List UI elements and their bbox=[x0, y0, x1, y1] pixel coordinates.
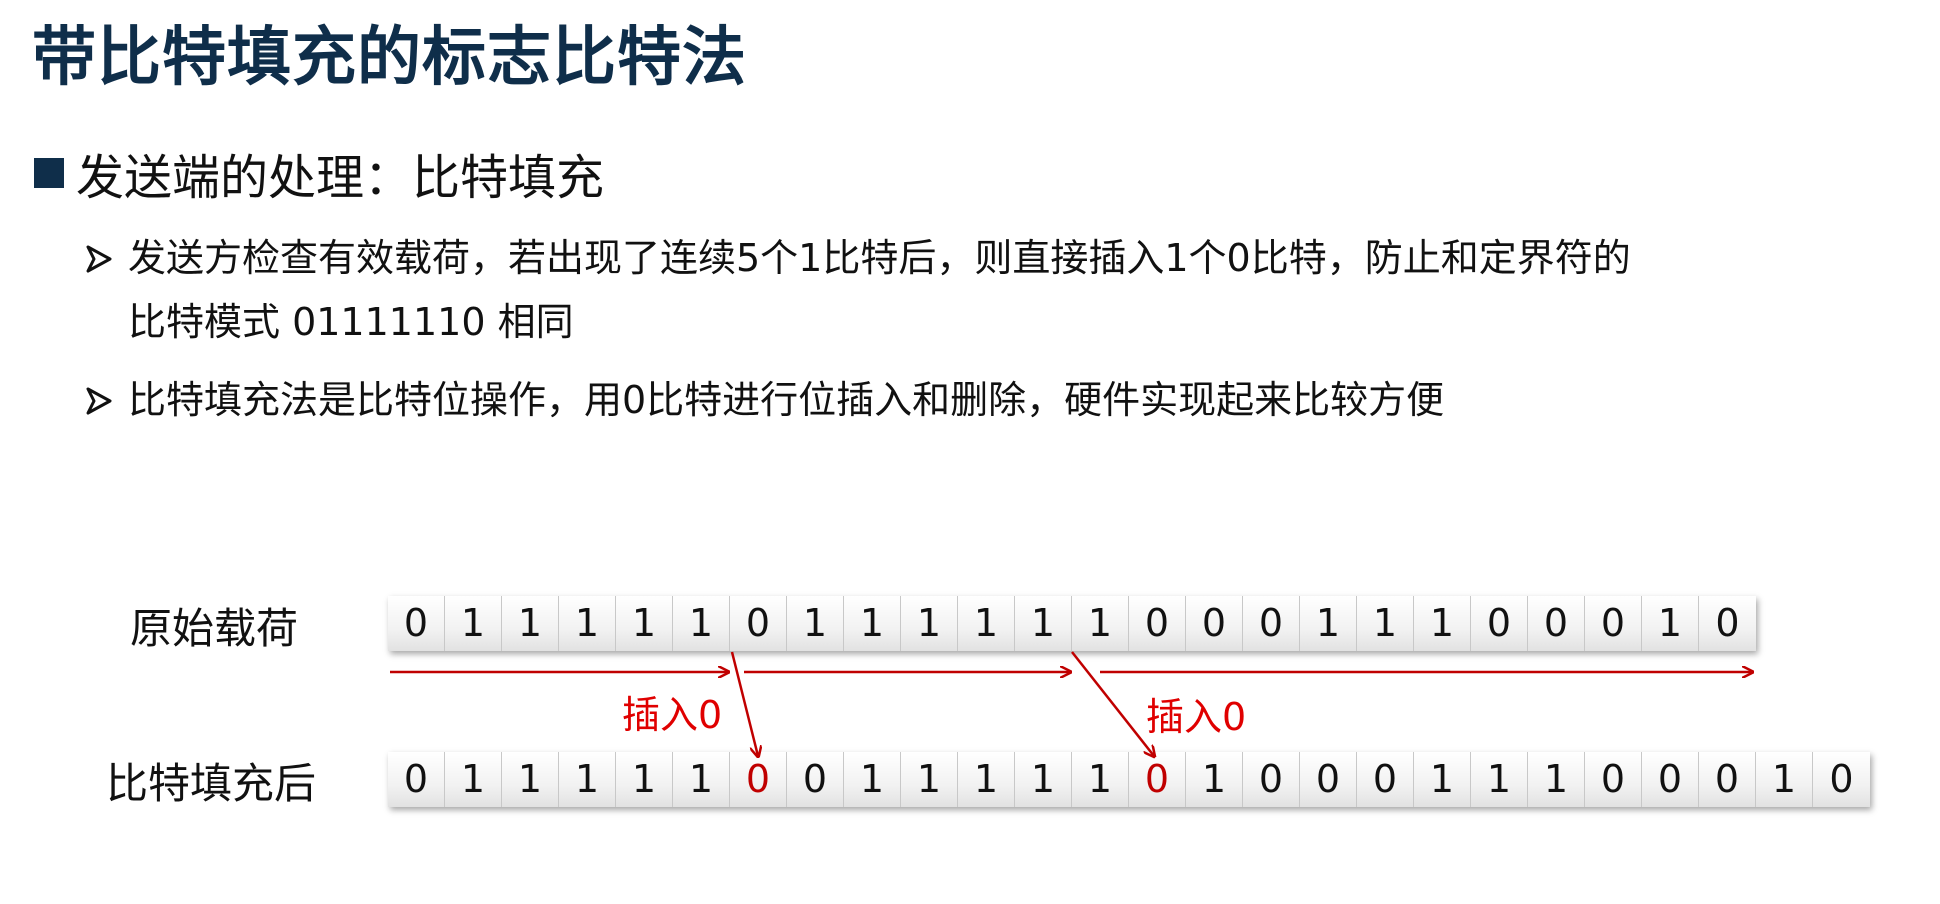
arrows-overlay bbox=[390, 651, 1940, 860]
page-title: 带比特填充的标志比特法 bbox=[32, 21, 747, 95]
insert-arrow-1 bbox=[730, 651, 758, 756]
bullet-item: 比特填充法是比特位操作，用0比特进行位插入和删除，硬件实现起来比较方便 bbox=[84, 368, 1894, 432]
bullet-item: 发送方检查有效载荷，若出现了连续5个1比特后，则直接插入1个0比特，防止和定界符… bbox=[84, 226, 1894, 354]
arrow-bullet-icon bbox=[84, 226, 126, 274]
bullet-text-line-2: 比特模式 01111110 相同 bbox=[128, 300, 574, 344]
section-heading-text: 发送端的处理：比特填充 bbox=[76, 150, 605, 206]
square-bullet-icon bbox=[34, 158, 64, 188]
insert-arrow-2 bbox=[1071, 651, 1154, 756]
bullet-text-line-1: 发送方检查有效载荷，若出现了连续5个1比特后，则直接插入1个0比特，防止和定界符… bbox=[128, 236, 1631, 280]
section-heading: 发送端的处理：比特填充 bbox=[34, 138, 604, 208]
bullet-text: 比特填充法是比特位操作，用0比特进行位插入和删除，硬件实现起来比较方便 bbox=[128, 378, 1445, 422]
insert-zero-label-2: 插入0 bbox=[1146, 695, 1247, 739]
insert-zero-label-1: 插入0 bbox=[622, 693, 723, 737]
arrow-bullet-icon bbox=[84, 368, 126, 416]
bit-stuffing-diagram: 原始载荷 比特填充后 011111011111100011100010 0111… bbox=[0, 560, 1940, 860]
